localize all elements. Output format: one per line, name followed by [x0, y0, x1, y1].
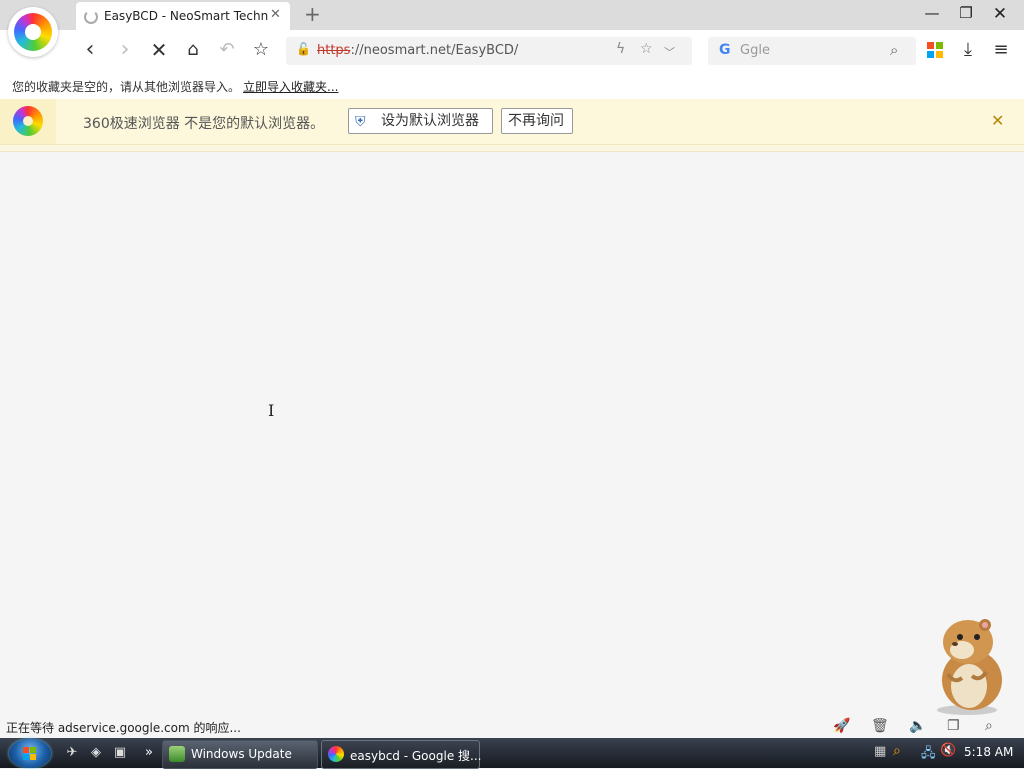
tray-app-icon[interactable]: ▦ — [874, 744, 886, 759]
stop-button[interactable]: ✕ — [146, 37, 172, 63]
set-default-button[interactable]: ⛨ 设为默认浏览器 — [348, 108, 493, 134]
google-icon: G — [719, 42, 731, 58]
text-cursor-icon: I — [268, 401, 275, 420]
address-bar[interactable]: 🔓 https://neosmart.net/EasyBCD/ ϟ ☆ ﹀ — [286, 37, 692, 65]
show-desktop-icon[interactable]: ▣ — [112, 745, 128, 761]
forward-button[interactable]: › — [112, 37, 138, 63]
undo-close-icon[interactable]: ↶ — [214, 37, 240, 63]
tray-search-icon[interactable]: ⌕ — [893, 743, 901, 759]
page-content[interactable] — [0, 152, 1024, 716]
dont-ask-button[interactable]: 不再询问 — [501, 108, 573, 134]
menu-icon[interactable]: ≡ — [988, 37, 1014, 63]
lightning-icon[interactable]: ϟ — [616, 41, 625, 57]
speaker-icon[interactable]: 🔈 — [909, 718, 926, 734]
apps-icon[interactable] — [927, 42, 943, 58]
window-icon[interactable]: ❐ — [947, 718, 960, 734]
home-icon[interactable]: ⌂ — [180, 37, 206, 63]
close-window-button[interactable]: ✕ — [985, 4, 1015, 24]
volume-muted-icon[interactable]: 🔇 — [940, 743, 956, 758]
search-box[interactable]: G Ggle ⌕ — [708, 37, 916, 65]
browser-taskbar-icon — [328, 746, 344, 762]
bookmark-star-icon[interactable]: ☆ — [248, 37, 274, 63]
windows-flag-icon — [23, 747, 37, 760]
search-input[interactable]: Ggle — [740, 43, 770, 58]
start-button[interactable] — [9, 739, 51, 768]
restore-button[interactable]: ❐ — [951, 4, 981, 22]
notice-close-icon[interactable]: ✕ — [991, 111, 1004, 130]
new-tab-button[interactable]: + — [304, 3, 321, 25]
download-icon[interactable]: ⤓ — [955, 37, 981, 63]
tab-close-icon[interactable]: ✕ — [270, 7, 281, 22]
bookmarks-empty-text: 您的收藏夹是空的，请从其他浏览器导入。 — [12, 80, 241, 94]
minimize-button[interactable]: — — [917, 4, 947, 22]
taskbar-windows-update[interactable]: Windows Update — [162, 740, 318, 769]
easybcd-taskbar-label: easybcd - Google 搜... — [350, 749, 482, 763]
notice-shadow — [0, 145, 1024, 152]
rocket-icon[interactable]: 🚀 — [833, 718, 850, 734]
quicklaunch-browser-icon[interactable]: ◈ — [88, 745, 104, 761]
taskbar-easybcd-browser[interactable]: easybcd - Google 搜... — [321, 740, 482, 769]
status-bar: 正在等待 adservice.google.com 的响应... 🚀 🗑 🔈 ❐… — [0, 716, 1024, 738]
clock[interactable]: 5:18 AM — [964, 745, 1013, 759]
browser-logo-small-icon — [13, 106, 43, 136]
windows-update-label: Windows Update — [191, 747, 292, 761]
back-button[interactable]: ‹ — [77, 37, 103, 63]
loading-spinner-icon — [84, 10, 98, 24]
shield-icon: ⛨ — [355, 114, 366, 130]
import-bookmarks-link[interactable]: 立即导入收藏夹... — [243, 78, 338, 95]
windows-update-icon — [169, 746, 185, 762]
hamster-mascot-icon[interactable] — [922, 612, 1012, 716]
favorite-star-icon[interactable]: ☆ — [640, 41, 653, 57]
zoom-icon[interactable]: ⌕ — [985, 718, 993, 734]
notice-message: 360极速浏览器 不是您的默认浏览器。 — [83, 116, 325, 132]
bookmarks-bar: 您的收藏夹是空的，请从其他浏览器导入。 立即导入收藏夹... — [0, 72, 1024, 99]
tab-title: EasyBCD - NeoSmart Technologies — [104, 9, 268, 23]
default-browser-notice: 360极速浏览器 不是您的默认浏览器。 ⛨ 设为默认浏览器 不再询问 ✕ — [0, 99, 1024, 145]
quicklaunch-bird-icon[interactable]: ✈ — [64, 745, 80, 761]
network-icon[interactable]: 🖧 — [921, 744, 936, 766]
status-text: 正在等待 adservice.google.com 的响应... — [6, 721, 241, 735]
trash-icon[interactable]: 🗑 — [871, 718, 889, 734]
browser-logo-icon[interactable] — [8, 7, 58, 57]
address-url[interactable]: https://neosmart.net/EasyBCD/ — [317, 43, 518, 58]
notice-side — [0, 99, 56, 144]
insecure-lock-icon[interactable]: 🔓 — [296, 42, 311, 56]
chevron-down-icon[interactable]: ﹀ — [664, 44, 675, 60]
set-default-label: 设为默认浏览器 — [381, 113, 479, 129]
quicklaunch-overflow-icon[interactable]: » — [141, 745, 157, 761]
search-icon[interactable]: ⌕ — [890, 41, 898, 59]
tab-easybcd[interactable]: EasyBCD - NeoSmart Technologies ✕ — [76, 2, 290, 30]
